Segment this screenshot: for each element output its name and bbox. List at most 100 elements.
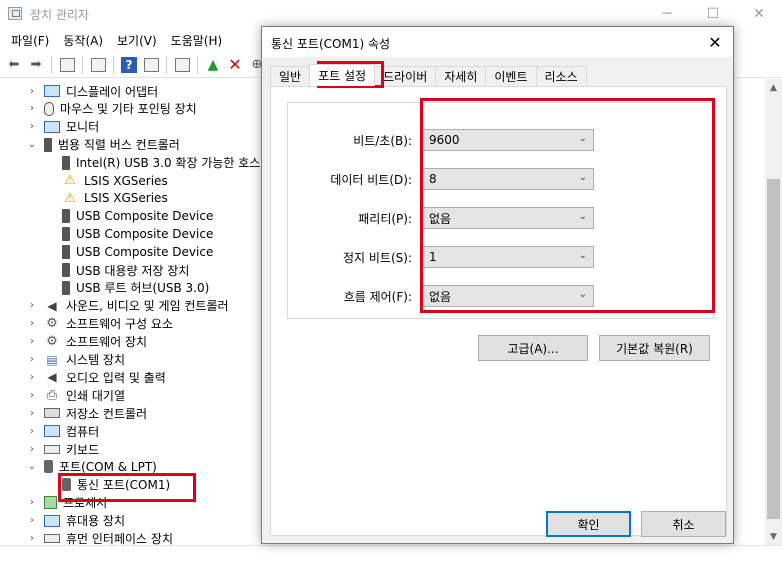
tree-item[interactable]: › 마우스 및 기타 포인팅 장치 [26, 100, 197, 118]
tree-item[interactable]: USB 루트 허브(USB 3.0) [62, 279, 209, 297]
tree-item[interactable]: USB Composite Device [62, 207, 213, 225]
menu-help[interactable]: 도움말(H) [164, 28, 230, 52]
chip-icon [44, 496, 57, 510]
tree-item-label: 컴퓨터 [66, 424, 100, 439]
details-icon[interactable] [88, 55, 108, 75]
chevron-right-icon[interactable]: › [26, 121, 38, 132]
monitor-icon [44, 85, 60, 97]
chevron-right-icon[interactable]: › [26, 103, 38, 114]
minimize-button[interactable]: ─ [644, 0, 690, 28]
update-driver-icon[interactable]: ▲ [203, 55, 223, 75]
tree-item[interactable]: › 휴대용 장치 [26, 512, 125, 530]
chevron-right-icon[interactable]: › [26, 86, 38, 97]
chevron-right-icon[interactable]: › [26, 515, 38, 526]
ok-button[interactable]: 확인 [546, 511, 631, 537]
chevron-right-icon[interactable]: › [26, 372, 38, 383]
chevron-down-icon[interactable]: ⌄ [26, 139, 38, 150]
chevron-down-icon[interactable]: ⌄ [26, 461, 38, 472]
stop-bits-label: 정지 비트(S): [343, 250, 412, 265]
menu-view[interactable]: 보기(V) [110, 28, 164, 52]
printer-icon: ⎙ [46, 387, 58, 403]
keyboard-icon [44, 534, 60, 543]
chevron-right-icon[interactable]: › [26, 336, 38, 347]
close-button[interactable]: ✕ [736, 0, 782, 28]
tree-item-label: 휴먼 인터페이스 장치 [66, 532, 173, 545]
tree-item[interactable]: › 키보드 [26, 440, 99, 458]
tab-details[interactable]: 자세히 [435, 66, 487, 86]
menu-action[interactable]: 동작(A) [56, 28, 110, 52]
restore-defaults-button[interactable]: 기본값 복원(R) [599, 335, 710, 361]
usb-icon [44, 137, 52, 152]
tree-item[interactable]: › ◀ 오디오 입력 및 출력 [26, 368, 166, 386]
scroll-up-icon[interactable]: ▲ [765, 79, 782, 96]
tree-item[interactable]: › 저장소 컨트롤러 [26, 404, 147, 422]
dialog-close-button[interactable]: ✕ [705, 32, 725, 52]
tree-item-label: USB Composite Device [76, 209, 214, 224]
chevron-right-icon[interactable]: › [26, 354, 38, 365]
tab-events[interactable]: 이벤트 [485, 66, 537, 86]
chevron-right-icon[interactable]: › [26, 408, 38, 419]
tree-item-label: 저장소 컨트롤러 [66, 406, 148, 421]
window-controls: ─ ☐ ✕ [644, 0, 782, 28]
scrollbar-thumb[interactable] [767, 179, 780, 519]
tree-item[interactable]: › ⎙ 인쇄 대기열 [26, 386, 125, 404]
chevron-right-icon[interactable]: › [26, 497, 38, 508]
folder-icon: ▤ [46, 352, 58, 367]
tree-item[interactable]: › ◀ 사운드, 비디오 및 게임 컨트롤러 [26, 297, 229, 315]
dialog-tabs: 일반 포트 설정 드라이버 자세히 이벤트 리소스 [270, 64, 587, 86]
tree-item-label: LSIS XGSeries [84, 191, 168, 206]
tab-resources[interactable]: 리소스 [535, 66, 587, 86]
forward-arrow-icon[interactable]: ➡ [26, 55, 46, 75]
maximize-button[interactable]: ☐ [690, 0, 736, 28]
tree-item-label: 키보드 [66, 442, 100, 457]
tree-item-label: USB 대용량 저장 장치 [76, 263, 190, 278]
tree-item[interactable]: USB 대용량 저장 장치 [62, 261, 189, 279]
keyboard-icon [44, 444, 60, 454]
tree-item[interactable]: › 휴먼 인터페이스 장치 [26, 530, 173, 545]
tree-item[interactable]: › ⚙ 소프트웨어 구성 요소 [26, 315, 173, 333]
tree-item[interactable]: ⌄ 범용 직렬 버스 컨트롤러 [26, 136, 180, 154]
uninstall-icon[interactable]: ✕ [225, 55, 245, 75]
dialog-title: 통신 포트(COM1) 속성 [271, 37, 391, 51]
tab-port-settings[interactable]: 포트 설정 [309, 64, 376, 86]
tree-item[interactable]: › ⚙ 소프트웨어 장치 [26, 333, 147, 351]
tree-item[interactable]: ⚠ LSIS XGSeries [62, 189, 168, 207]
monitor-icon [44, 425, 60, 438]
warning-icon: ⚠ [64, 173, 76, 188]
tree-item-label: 휴대용 장치 [66, 514, 126, 529]
back-arrow-icon[interactable]: ⬅ [4, 55, 24, 75]
menu-file[interactable]: 파일(F) [4, 28, 56, 52]
usb-icon [62, 155, 70, 170]
advanced-button[interactable]: 고급(A)... [478, 335, 588, 361]
help-icon[interactable]: ? [121, 56, 137, 73]
chevron-right-icon[interactable]: › [26, 444, 38, 455]
action-view-icon[interactable] [141, 55, 161, 75]
tree-item[interactable]: ⚠ LSIS XGSeries [62, 172, 168, 190]
chevron-right-icon[interactable]: › [26, 426, 38, 437]
tree-item[interactable]: › 모니터 [26, 118, 99, 136]
cancel-button[interactable]: 취소 [641, 511, 726, 537]
tree-item[interactable]: USB Composite Device [62, 225, 213, 243]
usb-icon [62, 209, 70, 224]
chevron-right-icon[interactable]: › [26, 390, 38, 401]
chevron-right-icon[interactable]: › [26, 533, 38, 544]
toolbar-separator [51, 55, 52, 74]
data-bits-label: 데이터 비트(D): [330, 172, 412, 187]
tab-general[interactable]: 일반 [270, 66, 311, 86]
chevron-right-icon[interactable]: › [26, 318, 38, 329]
tree-item-label: 시스템 장치 [66, 353, 126, 367]
scan-hardware-icon[interactable] [172, 55, 192, 75]
chevron-right-icon[interactable]: › [26, 300, 38, 311]
tree-item[interactable]: › 디스플레이 어댑터 [26, 82, 158, 100]
scroll-down-icon[interactable]: ▼ [765, 528, 782, 545]
tree-item[interactable]: › ▤ 시스템 장치 [26, 351, 125, 369]
speaker-icon: ◀ [47, 298, 57, 313]
tree-item[interactable]: USB Composite Device [62, 243, 213, 261]
tree-item-label: 범용 직렬 버스 컨트롤러 [58, 138, 180, 153]
properties-icon[interactable] [57, 55, 77, 75]
port-icon [44, 460, 53, 474]
tree-scrollbar[interactable]: ▲ ▼ [765, 79, 782, 545]
disk-icon [44, 408, 60, 419]
monitor-icon [44, 514, 60, 527]
tree-item[interactable]: › 컴퓨터 [26, 422, 99, 440]
